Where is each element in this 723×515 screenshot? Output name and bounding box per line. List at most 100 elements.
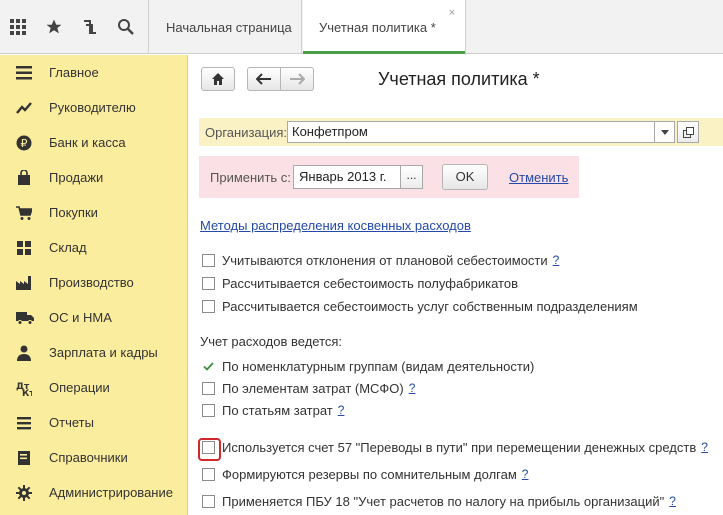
checkbox-label: Рассчитывается себестоимость услуг собст… bbox=[222, 298, 638, 314]
organization-dropdown-button[interactable] bbox=[655, 121, 675, 143]
operations-icon: Дт Кт bbox=[16, 380, 38, 396]
apply-date-field[interactable]: Январь 2013 г. bbox=[293, 165, 401, 189]
back-button[interactable] bbox=[247, 67, 281, 91]
sidebar-item-sales[interactable]: Продажи bbox=[0, 160, 187, 195]
checkbox-row: По статьям затрат ? bbox=[202, 401, 344, 419]
organization-open-button[interactable] bbox=[677, 121, 699, 143]
sidebar-item-catalogs[interactable]: Справочники bbox=[0, 440, 187, 475]
svg-text:₽: ₽ bbox=[21, 137, 28, 150]
checkbox-row: Рассчитывается себестоимость полуфабрика… bbox=[202, 274, 518, 292]
help-link[interactable]: ? bbox=[701, 440, 708, 454]
tab-home-page[interactable]: Начальная страница bbox=[150, 0, 302, 54]
cart-icon bbox=[16, 205, 38, 221]
sidebar-item-reports[interactable]: Отчеты bbox=[0, 405, 187, 440]
indirect-cost-methods-link[interactable]: Методы распределения косвенных расходов bbox=[200, 218, 471, 233]
checkbox[interactable] bbox=[202, 494, 215, 508]
apply-row: Применить с: Январь 2013 г. ... OK Отмен… bbox=[199, 156, 579, 198]
sidebar-item-administration[interactable]: Администрирование bbox=[0, 475, 187, 510]
cost-accounting-section-label: Учет расходов ведется: bbox=[200, 334, 343, 349]
truck-icon bbox=[16, 310, 38, 326]
apply-date-select-button[interactable]: ... bbox=[401, 165, 423, 189]
checkbox[interactable] bbox=[202, 467, 215, 481]
sidebar-item-label: Банк и касса bbox=[49, 135, 126, 150]
main-content: Учетная политика * Организация: Конфетпр… bbox=[189, 55, 723, 515]
checkbox-row: Формируются резервы по сомнительным долг… bbox=[202, 465, 528, 483]
sidebar-item-warehouse[interactable]: Склад bbox=[0, 230, 187, 265]
help-link[interactable]: ? bbox=[338, 403, 345, 417]
tab-label: Начальная страница bbox=[166, 19, 292, 35]
sidebar-item-bank[interactable]: ₽ Банк и касса bbox=[0, 125, 187, 160]
menu-icon bbox=[16, 65, 38, 81]
person-icon bbox=[16, 345, 38, 361]
history-icon[interactable] bbox=[72, 0, 108, 54]
help-link[interactable]: ? bbox=[522, 467, 529, 481]
checkbox-row: Рассчитывается себестоимость услуг собст… bbox=[202, 297, 638, 315]
checkbox-label: Рассчитывается себестоимость полуфабрика… bbox=[222, 275, 518, 291]
sidebar: Главное Руководителю ₽ Банк и касса Прод… bbox=[0, 55, 188, 515]
checkbox-account-57[interactable] bbox=[198, 437, 221, 461]
sidebar-item-salary[interactable]: Зарплата и кадры bbox=[0, 335, 187, 370]
factory-icon bbox=[16, 275, 38, 291]
gear-icon bbox=[16, 484, 38, 501]
sidebar-item-purchases[interactable]: Покупки bbox=[0, 195, 187, 230]
home-icon bbox=[212, 73, 224, 85]
organization-field[interactable]: Конфетпром bbox=[287, 121, 655, 143]
sidebar-item-label: Зарплата и кадры bbox=[49, 345, 158, 360]
sidebar-item-label: Отчеты bbox=[49, 415, 94, 430]
checkbox-row: По номенклатурным группам (видам деятель… bbox=[202, 357, 534, 375]
ok-button[interactable]: OK bbox=[442, 164, 488, 190]
checkbox-label: По элементам затрат (МСФО) bbox=[222, 380, 404, 396]
tab-accounting-policy[interactable]: Учетная политика * × bbox=[303, 0, 466, 55]
top-icons bbox=[0, 0, 149, 54]
checkbox-label: По статьям затрат bbox=[222, 402, 333, 418]
sidebar-item-production[interactable]: Производство bbox=[0, 265, 187, 300]
sidebar-item-label: Производство bbox=[49, 275, 134, 290]
svg-text:Кт: Кт bbox=[22, 389, 32, 396]
home-button[interactable] bbox=[201, 67, 235, 91]
checkbox-label: Применяется ПБУ 18 "Учет расчетов по нал… bbox=[222, 493, 665, 509]
apply-label: Применить с: bbox=[210, 170, 291, 185]
close-icon[interactable]: × bbox=[449, 7, 455, 19]
highlight-frame bbox=[198, 437, 221, 461]
tab-label: Учетная политика * bbox=[319, 20, 436, 35]
open-window-icon bbox=[682, 126, 694, 138]
trend-icon bbox=[16, 100, 38, 116]
warehouse-icon bbox=[16, 240, 38, 256]
checkbox-row: Используется счет 57 "Переводы в пути" п… bbox=[198, 437, 708, 461]
help-link[interactable]: ? bbox=[409, 381, 416, 395]
help-link[interactable]: ? bbox=[553, 253, 560, 267]
sidebar-item-label: ОС и НМА bbox=[49, 310, 112, 325]
star-icon[interactable] bbox=[36, 0, 72, 54]
sidebar-item-manager[interactable]: Руководителю bbox=[0, 90, 187, 125]
checkbox-row: Учитываются отклонения от плановой себес… bbox=[202, 251, 559, 269]
chevron-down-icon bbox=[660, 129, 669, 135]
sidebar-item-label: Склад bbox=[49, 240, 87, 255]
checkbox[interactable] bbox=[202, 253, 215, 267]
ruble-icon: ₽ bbox=[16, 135, 38, 151]
sidebar-item-operations[interactable]: Дт Кт Операции bbox=[0, 370, 187, 405]
checkbox[interactable] bbox=[202, 299, 215, 313]
arrow-right-icon bbox=[290, 73, 305, 85]
sidebar-item-label: Покупки bbox=[49, 205, 98, 220]
checkbox-label: Используется счет 57 "Переводы в пути" п… bbox=[222, 439, 697, 455]
grid-icon[interactable] bbox=[0, 0, 36, 54]
help-link[interactable]: ? bbox=[669, 494, 676, 508]
organization-label: Организация: bbox=[205, 125, 288, 140]
checkbox[interactable] bbox=[202, 381, 215, 395]
sidebar-item-main[interactable]: Главное bbox=[0, 55, 187, 90]
arrow-left-icon bbox=[256, 73, 271, 85]
search-icon[interactable] bbox=[108, 0, 144, 54]
sidebar-item-label: Продажи bbox=[49, 170, 104, 185]
book-icon bbox=[16, 450, 38, 466]
checkbox-row: По элементам затрат (МСФО) ? bbox=[202, 379, 415, 397]
sidebar-item-label: Справочники bbox=[49, 450, 128, 465]
checkmark-icon[interactable] bbox=[202, 360, 215, 373]
forward-button[interactable] bbox=[280, 67, 314, 91]
checkbox-label: По номенклатурным группам (видам деятель… bbox=[222, 358, 535, 374]
cancel-link[interactable]: Отменить bbox=[509, 170, 568, 185]
shopping-bag-icon bbox=[16, 169, 38, 186]
checkbox[interactable] bbox=[202, 403, 215, 417]
checkbox[interactable] bbox=[202, 276, 215, 290]
sidebar-item-fixed-assets[interactable]: ОС и НМА bbox=[0, 300, 187, 335]
reports-icon bbox=[16, 415, 38, 431]
